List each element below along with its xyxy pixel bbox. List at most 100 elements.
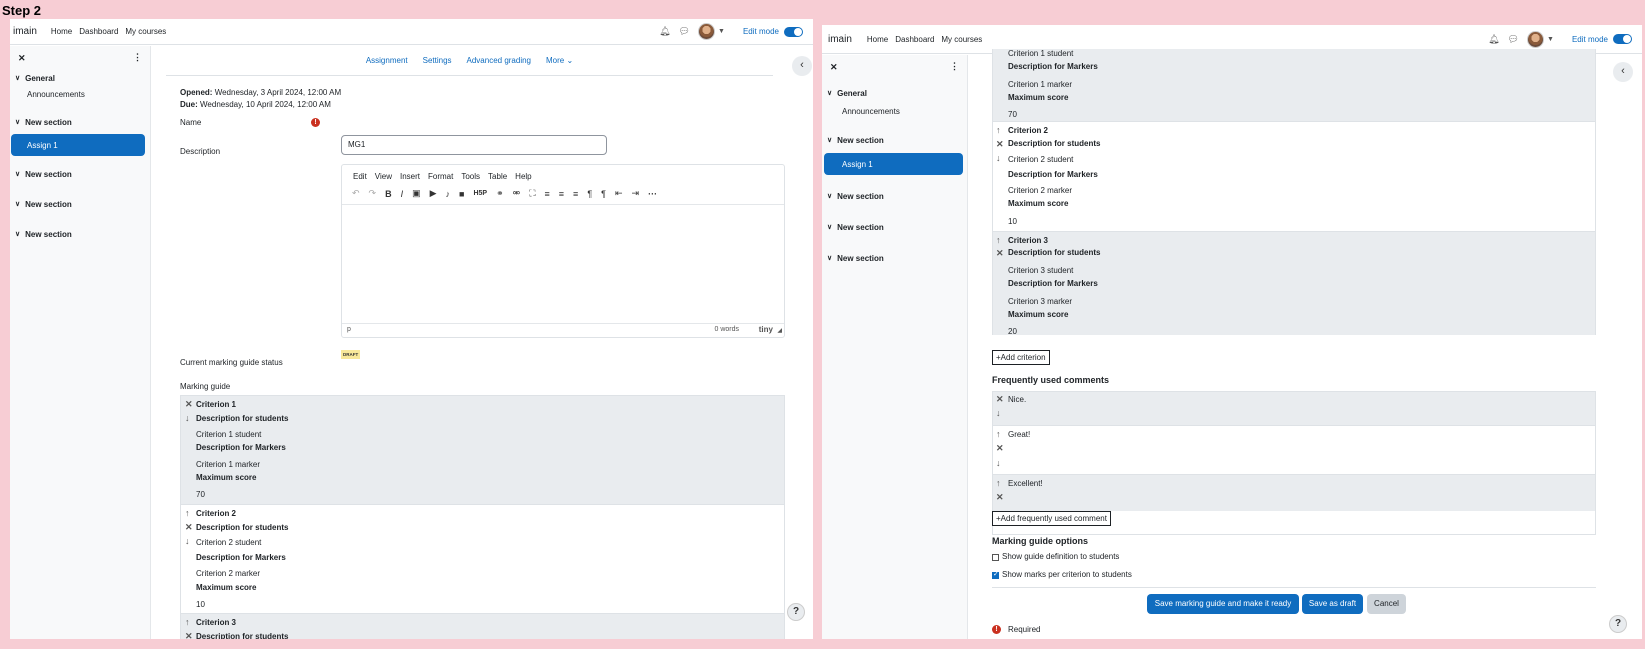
nav-home-link[interactable]: Home xyxy=(51,27,72,36)
show-guide-definition-checkbox[interactable] xyxy=(992,554,999,561)
help-button[interactable]: ? xyxy=(1609,615,1627,633)
drawer-options-kebab-icon[interactable]: ⋮ xyxy=(950,61,959,72)
delete-criterion-icon[interactable]: ✕ xyxy=(185,631,193,639)
rtl-icon[interactable]: ¶ xyxy=(601,189,606,199)
bold-icon[interactable]: B xyxy=(385,189,392,199)
criterion-desc-markers[interactable]: Criterion 2 marker xyxy=(196,569,260,578)
criterion-desc-markers[interactable]: Criterion 1 marker xyxy=(1008,80,1072,89)
editor-menu-help[interactable]: Help xyxy=(515,172,531,181)
align-right-icon[interactable]: ≡ xyxy=(573,189,578,199)
comment-text[interactable]: Nice. xyxy=(1008,395,1026,404)
move-up-icon[interactable]: ↑ xyxy=(996,478,1001,488)
nav-my-courses-link[interactable]: My courses xyxy=(125,27,166,36)
align-center-icon[interactable]: ≡ xyxy=(559,189,564,199)
criterion-name[interactable]: Criterion 1 xyxy=(196,400,236,409)
criterion-desc-students[interactable]: Criterion 1 student xyxy=(1008,49,1073,58)
user-menu-chevron-down-icon[interactable]: ▼ xyxy=(1547,36,1554,43)
criterion-desc-students[interactable]: Criterion 2 student xyxy=(196,538,261,547)
user-menu-chevron-down-icon[interactable]: ▼ xyxy=(718,28,725,35)
redo-icon[interactable]: ↷ xyxy=(369,188,377,199)
criterion-max-score[interactable]: 70 xyxy=(196,490,205,499)
drawer-section-new-section-2[interactable]: ∨ New section xyxy=(10,166,150,182)
undo-icon[interactable]: ↶ xyxy=(352,188,360,199)
delete-comment-icon[interactable]: ✕ xyxy=(996,492,1004,503)
criterion-max-score[interactable]: 70 xyxy=(1008,110,1017,119)
criterion-desc-students[interactable]: Criterion 2 student xyxy=(1008,155,1073,164)
indent-icon[interactable]: ⇥ xyxy=(632,188,640,199)
delete-comment-icon[interactable]: ✕ xyxy=(996,394,1004,405)
close-drawer-icon[interactable]: ✕ xyxy=(830,62,838,73)
move-down-icon[interactable]: ↓ xyxy=(996,153,1001,163)
move-down-icon[interactable]: ↓ xyxy=(185,413,190,423)
drawer-section-new-section-4[interactable]: ∨ New section xyxy=(10,226,150,242)
editor-menu-view[interactable]: View xyxy=(375,172,392,181)
help-button[interactable]: ? xyxy=(787,603,805,621)
criterion-max-score[interactable]: 10 xyxy=(1008,217,1017,226)
comment-text[interactable]: Great! xyxy=(1008,430,1030,439)
criterion-desc-students[interactable]: Criterion 1 student xyxy=(196,430,261,439)
outdent-icon[interactable]: ⇤ xyxy=(615,188,623,199)
delete-criterion-icon[interactable]: ✕ xyxy=(185,399,193,410)
messages-icon[interactable]: 💬︎ xyxy=(1508,34,1519,45)
fullscreen-icon[interactable]: ⛶ xyxy=(529,188,535,199)
record-video-icon[interactable]: ■ xyxy=(459,189,464,199)
criterion-max-score[interactable]: 10 xyxy=(196,600,205,609)
add-frequently-used-comment-button[interactable]: +Add frequently used comment xyxy=(992,511,1111,526)
notification-bell-icon[interactable]: 🔔︎ xyxy=(659,26,670,37)
drawer-section-new-section-1[interactable]: ∨ New section xyxy=(10,114,150,130)
move-up-icon[interactable]: ↑ xyxy=(996,125,1001,135)
edit-mode-toggle[interactable] xyxy=(1613,34,1632,44)
editor-content-area[interactable] xyxy=(342,205,784,331)
criterion-desc-markers[interactable]: Criterion 1 marker xyxy=(196,460,260,469)
messages-icon[interactable]: 💬︎ xyxy=(679,26,690,37)
criterion-desc-markers[interactable]: Criterion 2 marker xyxy=(1008,186,1072,195)
drawer-section-general[interactable]: ∨ General xyxy=(822,85,967,101)
move-down-icon[interactable]: ↓ xyxy=(996,408,1001,418)
nav-home-link[interactable]: Home xyxy=(867,35,888,44)
user-avatar[interactable] xyxy=(1527,30,1545,48)
criterion-name[interactable]: Criterion 2 xyxy=(196,509,236,518)
image-icon[interactable]: ▣ xyxy=(412,188,421,199)
editor-menu-format[interactable]: Format xyxy=(428,172,453,181)
edit-mode-toggle[interactable] xyxy=(784,26,803,37)
move-up-icon[interactable]: ↑ xyxy=(996,235,1001,245)
drawer-section-new-section-3[interactable]: ∨ New section xyxy=(10,196,150,212)
delete-criterion-icon[interactable]: ✕ xyxy=(996,248,1004,259)
editor-menu-edit[interactable]: Edit xyxy=(353,172,367,181)
criterion-desc-students[interactable]: Criterion 3 student xyxy=(1008,266,1073,275)
user-avatar[interactable] xyxy=(698,23,716,40)
more-toolbar-icon[interactable]: ··· xyxy=(648,189,657,199)
align-left-icon[interactable]: ≡ xyxy=(545,189,550,199)
save-as-draft-button[interactable]: Save as draft xyxy=(1302,594,1363,614)
drawer-section-general[interactable]: ∨ General xyxy=(10,70,150,86)
notification-bell-icon[interactable]: 🔔︎ xyxy=(1488,34,1499,45)
criterion-name[interactable]: Criterion 3 xyxy=(196,618,236,627)
link-icon[interactable]: ⚭ xyxy=(496,188,504,199)
move-up-icon[interactable]: ↑ xyxy=(996,429,1001,439)
drawer-item-announcements[interactable]: Announcements xyxy=(822,107,967,121)
drawer-item-announcements[interactable]: Announcements xyxy=(10,90,150,104)
h5p-icon[interactable]: H5P xyxy=(473,190,487,197)
delete-comment-icon[interactable]: ✕ xyxy=(996,443,1004,454)
editor-menu-tools[interactable]: Tools xyxy=(461,172,480,181)
nav-dashboard-link[interactable]: Dashboard xyxy=(79,27,118,36)
editor-menu-table[interactable]: Table xyxy=(488,172,507,181)
drawer-section-new-section-4[interactable]: ∨ New section xyxy=(822,250,967,266)
site-brand[interactable]: imain xyxy=(13,26,37,37)
criterion-desc-markers[interactable]: Criterion 3 marker xyxy=(1008,297,1072,306)
move-up-icon[interactable]: ↑ xyxy=(185,617,190,627)
resize-handle-icon[interactable]: ◢ xyxy=(777,327,782,334)
move-down-icon[interactable]: ↓ xyxy=(185,536,190,546)
drawer-section-new-section-3[interactable]: ∨ New section xyxy=(822,219,967,235)
tab-settings[interactable]: Settings xyxy=(423,56,452,65)
delete-criterion-icon[interactable]: ✕ xyxy=(185,522,193,533)
cancel-button[interactable]: Cancel xyxy=(1367,594,1406,614)
tab-assignment[interactable]: Assignment xyxy=(366,56,408,65)
ltr-icon[interactable]: ¶ xyxy=(587,189,592,199)
drawer-item-assign-1-active[interactable]: Assign 1 xyxy=(11,134,145,156)
criterion-name[interactable]: Criterion 3 xyxy=(1008,236,1048,245)
drawer-section-new-section-2[interactable]: ∨ New section xyxy=(822,188,967,204)
show-marks-per-criterion-checkbox[interactable] xyxy=(992,570,999,579)
tab-more[interactable]: More ⌄ xyxy=(546,56,573,65)
tab-advanced-grading[interactable]: Advanced grading xyxy=(467,56,532,65)
